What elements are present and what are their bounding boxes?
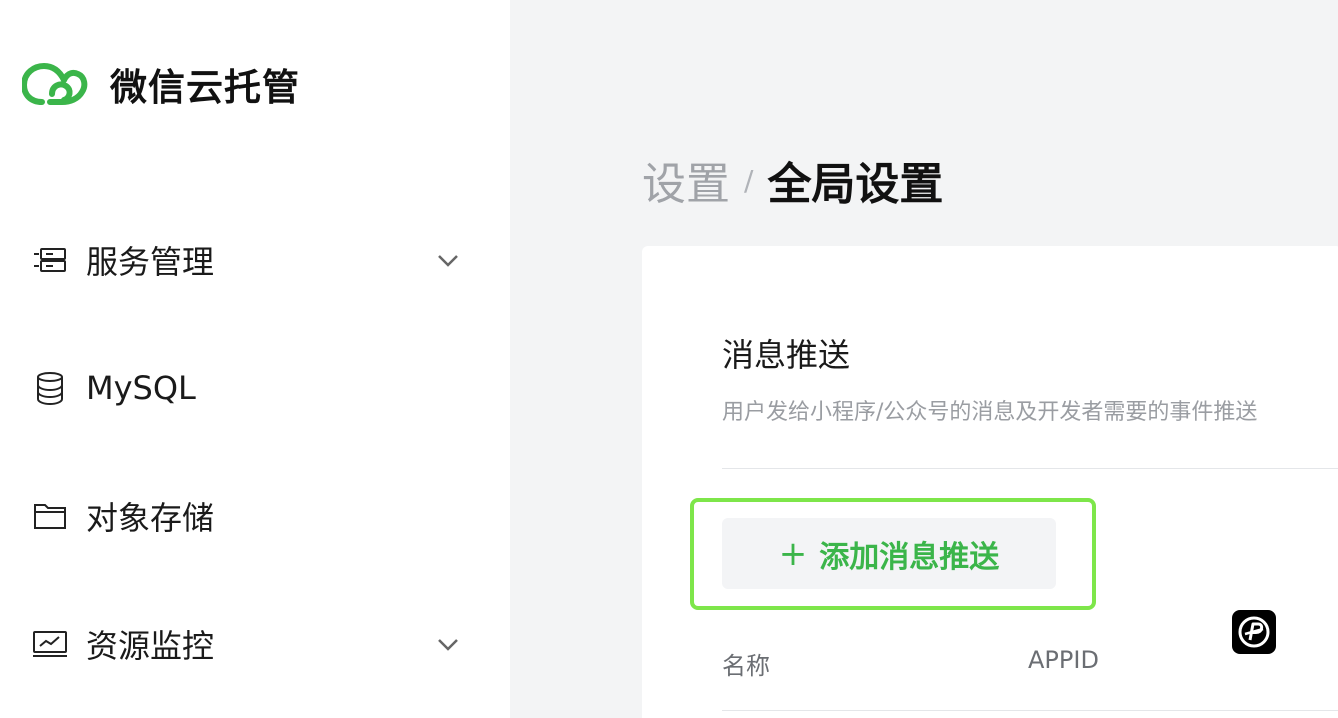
add-message-push-button[interactable]: + 添加消息推送 — [722, 518, 1056, 589]
floating-badge[interactable] — [1232, 610, 1276, 654]
cloud-logo-icon — [22, 62, 88, 105]
sidebar-item-label: 对象存储 — [86, 499, 215, 537]
breadcrumb-separator: / — [744, 163, 754, 197]
sidebar-item-mysql[interactable]: MySQL — [32, 360, 462, 416]
app-name: 微信云托管 — [110, 66, 300, 109]
p-logo-icon — [1238, 616, 1270, 648]
breadcrumb: 设置 / 全局设置 — [642, 150, 943, 210]
section-description: 用户发给小程序/公众号的消息及开发者需要的事件推送 — [722, 400, 1258, 425]
sidebar: 微信云托管 服务管理 MySQL 对象存储 资源监控 — [0, 0, 510, 718]
sidebar-item-label: MySQL — [86, 369, 196, 407]
divider — [722, 468, 1338, 469]
add-button-label: 添加消息推送 — [819, 539, 1000, 575]
brand[interactable]: 微信云托管 — [22, 56, 300, 112]
sidebar-item-label: 资源监控 — [86, 627, 215, 665]
server-icon — [32, 244, 68, 276]
sidebar-item-object-storage[interactable]: 对象存储 — [32, 488, 462, 544]
chevron-down-icon — [438, 639, 458, 651]
sidebar-item-service-management[interactable]: 服务管理 — [32, 232, 462, 288]
column-header-appid: APPID — [1028, 646, 1099, 674]
breadcrumb-parent[interactable]: 设置 — [642, 148, 730, 212]
table-divider — [722, 710, 1338, 711]
folder-icon — [32, 500, 68, 532]
main-content: 设置 / 全局设置 消息推送 用户发给小程序/公众号的消息及开发者需要的事件推送… — [510, 0, 1338, 718]
sidebar-item-label: 服务管理 — [86, 243, 215, 281]
chevron-down-icon — [438, 255, 458, 267]
monitor-chart-icon — [32, 628, 68, 660]
column-header-name: 名称 — [722, 652, 770, 680]
database-icon — [32, 372, 68, 405]
section-title: 消息推送 — [722, 336, 851, 374]
plus-icon: + — [778, 533, 808, 574]
sidebar-item-resource-monitoring[interactable]: 资源监控 — [32, 616, 462, 672]
page-title: 全局设置 — [767, 159, 944, 210]
